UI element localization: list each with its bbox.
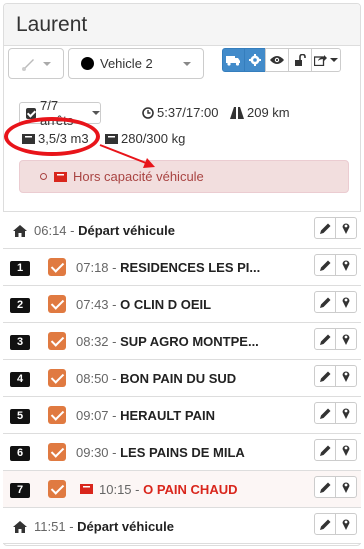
locate-button[interactable] (335, 254, 357, 276)
edit-button[interactable] (314, 254, 336, 276)
truck-icon (80, 484, 93, 494)
stop-checkbox[interactable] (48, 332, 66, 350)
edit-button[interactable] (314, 328, 336, 350)
map-marker-icon (342, 297, 350, 308)
pencil-icon (319, 408, 330, 419)
stop-row-over-capacity[interactable]: 7 10:15 - O PAIN CHAUD (3, 470, 361, 507)
stop-checkbox[interactable] (48, 295, 66, 313)
edit-button[interactable] (314, 291, 336, 313)
map-marker-icon (342, 482, 350, 493)
stop-row[interactable]: 1 07:18 - RESIDENCES LES PI... (3, 248, 361, 285)
stop-row[interactable]: 6 09:30 - LES PAINS DE MILA (3, 433, 361, 470)
locate-button[interactable] (335, 513, 357, 535)
stop-row[interactable]: 4 08:50 - BON PAIN DU SUD (3, 359, 361, 396)
edit-button[interactable] (314, 439, 336, 461)
route-start-row[interactable]: 06:14 - Départ véhicule (3, 211, 361, 248)
start-label: Départ véhicule (78, 223, 175, 238)
stop-name: BON PAIN DU SUD (120, 371, 237, 386)
map-marker-icon (342, 445, 350, 456)
stop-checkbox[interactable] (48, 406, 66, 424)
map-marker-icon (342, 371, 350, 382)
pencil-icon (319, 297, 330, 308)
stop-number: 4 (10, 372, 30, 387)
map-marker-icon (342, 519, 350, 530)
pencil-icon (319, 260, 330, 271)
stop-checkbox[interactable] (48, 258, 66, 276)
stop-time: 10:15 (99, 482, 132, 497)
locate-button[interactable] (335, 402, 357, 424)
stop-number: 3 (10, 335, 30, 350)
locate-button[interactable] (335, 365, 357, 387)
annotation-arrow (99, 144, 155, 168)
edit-button[interactable] (314, 217, 336, 239)
pencil-icon (319, 371, 330, 382)
stop-name: SUP AGRO MONTPE... (120, 334, 259, 349)
stop-name: RESIDENCES LES PI... (120, 260, 261, 275)
edit-button[interactable] (314, 365, 336, 387)
stop-time: 07:18 (76, 260, 109, 275)
end-time: 11:51 (34, 519, 66, 534)
separator: - (66, 223, 79, 238)
stop-number: 2 (10, 298, 30, 313)
stop-name: LES PAINS DE MILA (120, 445, 245, 460)
home-icon (13, 521, 27, 533)
stop-time: 09:30 (76, 445, 109, 460)
start-time: 06:14 (34, 223, 67, 238)
stop-name: O PAIN CHAUD (143, 482, 238, 497)
stop-time: 09:07 (76, 408, 109, 423)
edit-button[interactable] (314, 476, 336, 498)
stop-list: 06:14 - Départ véhicule 1 07:18 - RESIDE… (3, 211, 361, 544)
home-icon (13, 225, 27, 237)
stop-checkbox[interactable] (48, 443, 66, 461)
edit-button[interactable] (314, 513, 336, 535)
pencil-icon (319, 334, 330, 345)
map-marker-icon (342, 334, 350, 345)
stop-number: 6 (10, 446, 30, 461)
stop-checkbox[interactable] (48, 480, 66, 498)
stop-time: 08:32 (76, 334, 109, 349)
stop-time: 07:43 (76, 297, 109, 312)
locate-button[interactable] (335, 439, 357, 461)
stop-time: 08:50 (76, 371, 109, 386)
locate-button[interactable] (335, 291, 357, 313)
map-marker-icon (342, 260, 350, 271)
stop-number: 7 (10, 483, 30, 498)
locate-button[interactable] (335, 217, 357, 239)
locate-button[interactable] (335, 328, 357, 350)
edit-button[interactable] (314, 402, 336, 424)
stop-row[interactable]: 3 08:32 - SUP AGRO MONTPE... (3, 322, 361, 359)
map-marker-icon (342, 408, 350, 419)
stop-row[interactable]: 5 09:07 - HERAULT PAIN (3, 396, 361, 433)
end-label: Départ véhicule (77, 519, 174, 534)
stop-number: 5 (10, 409, 30, 424)
pencil-icon (319, 223, 330, 234)
stop-row[interactable]: 2 07:43 - O CLIN D OEIL (3, 285, 361, 322)
pencil-icon (319, 519, 330, 530)
stop-number: 1 (10, 261, 30, 276)
stop-name: O CLIN D OEIL (120, 297, 212, 312)
stop-checkbox[interactable] (48, 369, 66, 387)
route-end-row[interactable]: 11:51 - Départ véhicule (3, 507, 361, 544)
locate-button[interactable] (335, 476, 357, 498)
pencil-icon (319, 482, 330, 493)
stop-name: HERAULT PAIN (120, 408, 215, 423)
map-marker-icon (342, 223, 350, 234)
pencil-icon (319, 445, 330, 456)
